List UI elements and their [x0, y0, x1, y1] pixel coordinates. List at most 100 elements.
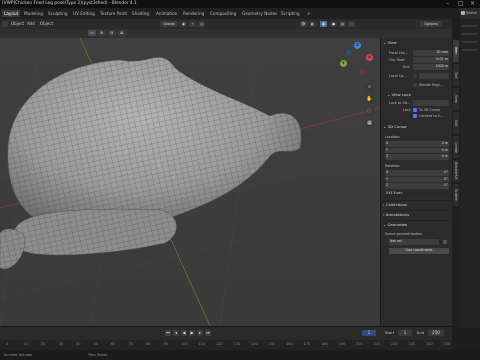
rotation-mode-row: XYZ Euler	[385, 191, 449, 197]
render-region-checkbox[interactable]	[413, 83, 417, 87]
add-workspace-icon[interactable]: +	[305, 10, 313, 17]
tab-scripting[interactable]: Scripting	[279, 10, 302, 17]
xray-icon[interactable]: ▣	[320, 21, 327, 27]
shading-rendered-icon[interactable]: ○	[348, 21, 355, 27]
local-camera-field[interactable]	[419, 73, 449, 79]
tab-blenderkit[interactable]: BlenderKit	[453, 160, 459, 182]
status-left-text: Scroller Actuals	[4, 353, 32, 357]
pivot-icon[interactable]: ◉	[180, 21, 187, 27]
close-button[interactable]: ×	[470, 0, 475, 8]
to-3d-cursor-checkbox[interactable]	[413, 108, 417, 112]
tab-sculpting[interactable]: Sculpting	[46, 10, 70, 17]
tab-texture-paint[interactable]: Texture Paint	[98, 10, 129, 17]
geo-coordinates-button[interactable]: Geo coordinates	[389, 248, 449, 254]
menu-object-2[interactable]: Object	[40, 19, 53, 29]
geonodes-field[interactable]: Not set	[389, 239, 439, 245]
tab-scatter[interactable]: Scatter	[453, 184, 459, 206]
lock-to-object-field[interactable]	[413, 100, 449, 106]
prev-keyframe-icon[interactable]: ◂	[173, 330, 179, 336]
ruler-tick-label: 50	[93, 342, 98, 346]
clip-start-field[interactable]: 0.01 m	[413, 57, 449, 63]
tab-animation[interactable]: Animation	[154, 10, 179, 17]
play-reverse-icon[interactable]: ◀	[181, 330, 187, 336]
local-camera-checkbox[interactable]	[413, 74, 417, 78]
editor-type-icon[interactable]	[2, 21, 8, 27]
menu-object[interactable]: Object	[11, 19, 24, 29]
cursor-loc-x-field[interactable]: X 0 m	[385, 141, 449, 147]
shading-material-icon[interactable]: ◍	[339, 21, 346, 27]
cursor-rot-x-field[interactable]: X 0°	[385, 170, 449, 176]
visibility-icon[interactable]: 👁	[300, 21, 307, 27]
tab-compositing[interactable]: Compositing	[208, 10, 238, 17]
pan-icon[interactable]: ✋	[365, 95, 374, 104]
play-icon[interactable]: ▶	[189, 330, 195, 336]
cursor-loc-z-field[interactable]: Z 0 m	[385, 154, 449, 160]
ruler-tick-label: 80	[146, 342, 151, 346]
select-box-icon[interactable]: ▭	[88, 30, 96, 36]
jump-start-icon[interactable]: ⏮	[165, 330, 171, 336]
end-frame-field[interactable]: 250	[428, 330, 444, 336]
tab-item[interactable]: Item	[453, 40, 459, 62]
camera-to-view-checkbox[interactable]	[413, 114, 417, 118]
perspective-toggle-icon[interactable]: ▦	[365, 119, 374, 128]
3d-cursor-header[interactable]: ⌄ 3D Cursor	[383, 123, 451, 131]
scene-selector[interactable]: Scene	[460, 8, 480, 19]
maximize-button[interactable]: □	[458, 0, 464, 8]
jump-end-icon[interactable]: ⏭	[205, 330, 211, 336]
tab-create[interactable]: Create	[453, 136, 459, 158]
focal-length-field[interactable]: 50 mm	[413, 50, 449, 56]
menu-add[interactable]: Add	[27, 19, 35, 29]
start-frame-field[interactable]: 1	[398, 330, 412, 336]
tab-geometry-nodes[interactable]: Geometry Nodes	[240, 10, 279, 17]
select-extend-icon[interactable]: ⊟	[108, 30, 116, 36]
clip-end-field[interactable]: 1000 m	[413, 64, 449, 70]
gizmo-neg-x-icon[interactable]	[360, 70, 365, 75]
geonodes-settings-icon[interactable]	[443, 240, 447, 244]
cursor-loc-z-value: 0 m	[441, 154, 448, 158]
tab-rendering[interactable]: Rendering	[181, 10, 206, 17]
tab-tool[interactable]: Tool	[453, 64, 459, 86]
gizmo-y-icon[interactable]: Y	[340, 60, 347, 67]
scene-icon	[461, 11, 465, 15]
tab-layout[interactable]: Layout	[2, 10, 21, 17]
gizmo-z-icon[interactable]: Z	[354, 42, 361, 49]
snap-icon[interactable]: ⌖	[189, 21, 196, 27]
render-region-row: Render Regi...	[385, 82, 449, 88]
tab-uv-editing[interactable]: UV Editing	[71, 10, 97, 17]
view-section-header[interactable]: ⌄ View	[383, 39, 451, 47]
gizmo-neg-z-icon[interactable]	[346, 50, 351, 55]
proportional-edit-icon[interactable]: ◎	[198, 21, 205, 27]
clip-start-row: Clip Start 0.01 m	[385, 57, 449, 63]
view-lock-header[interactable]: ⌄ View Lock	[387, 91, 452, 99]
tab-modeling[interactable]: Modeling	[22, 10, 45, 17]
current-frame-field[interactable]: 1	[362, 330, 376, 336]
overlays-icon[interactable]: ◐	[309, 21, 316, 27]
select-subtract-icon[interactable]: ⊠	[118, 30, 126, 36]
geonodes-value-row: Not set	[385, 239, 449, 245]
tab-view[interactable]: View	[453, 88, 459, 110]
tab-edit[interactable]: Edit	[453, 112, 459, 134]
cursor-rot-z-field[interactable]: Z 0°	[385, 183, 449, 189]
next-keyframe-icon[interactable]: ▸	[197, 330, 203, 336]
geonodes-header[interactable]: ⌄ Geonodes	[383, 220, 451, 228]
cursor-loc-y-field[interactable]: Y 0 m	[385, 147, 449, 153]
collections-header[interactable]: › Collections	[383, 200, 451, 208]
tab-shading[interactable]: Shading	[130, 10, 151, 17]
ruler-tick-label: 250	[443, 342, 451, 346]
3d-viewport[interactable]: Z Y X ⌕ ✋ 🎥 ▦	[0, 38, 380, 326]
navigation-gizmo[interactable]: Z Y X	[340, 42, 378, 80]
annotations-header[interactable]: › Annotations	[383, 210, 451, 218]
zoom-icon[interactable]: ⌕	[365, 83, 374, 92]
gizmo-x-icon[interactable]: X	[366, 54, 373, 61]
cursor-rot-y-field[interactable]: Y 0°	[385, 176, 449, 182]
select-mode-icon[interactable]: ⊞	[98, 30, 106, 36]
options-button[interactable]: Options	[420, 21, 442, 27]
camera-view-icon[interactable]: 🎥	[365, 107, 374, 116]
transform-orientation-select[interactable]: Global	[160, 21, 178, 27]
shading-solid-icon[interactable]: ●	[330, 21, 337, 27]
rotation-mode-select[interactable]: XYZ Euler	[385, 191, 449, 197]
viewport-canvas[interactable]	[0, 38, 380, 326]
minimize-button[interactable]: –	[446, 0, 449, 8]
geonodes-sub-label: Scene geometrization	[385, 232, 423, 236]
frame-ruler[interactable]: 0 10 20 30 40 50 60 70 80 90 100 110 120 130 140 150 160…	[0, 340, 452, 350]
